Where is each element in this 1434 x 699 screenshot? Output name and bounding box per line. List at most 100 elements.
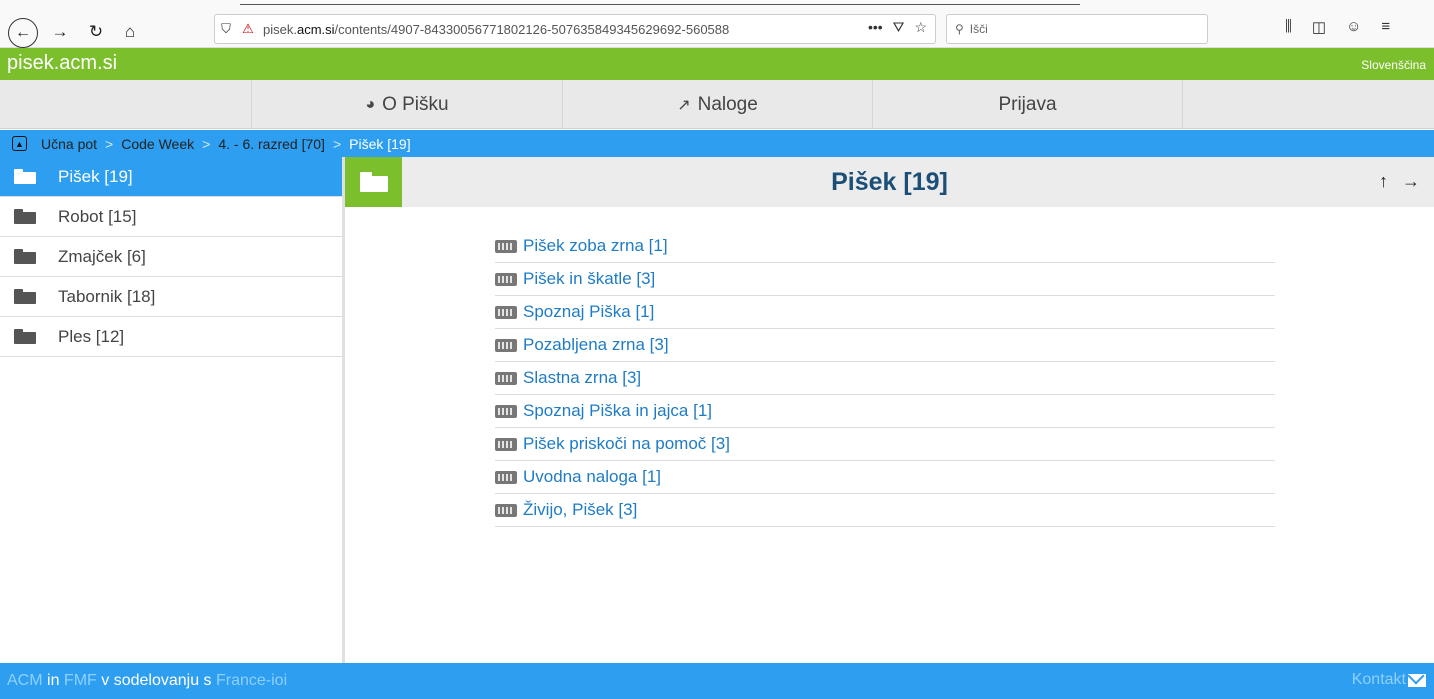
list-item[interactable]: Pišek in škatle [3] — [495, 263, 1275, 296]
up-arrow-icon[interactable]: ↑ — [1379, 171, 1388, 192]
reload-icon[interactable]: ↻ — [82, 18, 110, 46]
home-icon[interactable]: ⌂ — [116, 18, 144, 46]
url-text[interactable]: pisek.acm.si/contents/4907-8433005677180… — [263, 22, 935, 37]
list-item[interactable]: Pozabljena zrna [3] — [495, 329, 1275, 362]
browser-toolbar: ← → ↻ ⌂ ⛉ ⚠ pisek.acm.si/contents/4907-8… — [0, 0, 1434, 48]
more-actions-icon[interactable]: ••• — [868, 19, 883, 36]
pocket-icon[interactable]: ⛛ — [893, 19, 905, 36]
nav-login[interactable]: Prijava — [872, 80, 1183, 129]
task-link[interactable]: Pišek zoba zrna [1] — [523, 236, 668, 256]
list-item[interactable]: Uvodna naloga [1] — [495, 461, 1275, 494]
sidebar-item-label: Robot [15] — [58, 206, 137, 226]
window-edge — [240, 4, 1080, 5]
breadcrumb-item[interactable]: 4. - 6. razred [70] — [218, 136, 325, 152]
search-input[interactable]: ⚲ Išči — [946, 14, 1208, 44]
contact-link[interactable]: Kontakt — [1352, 671, 1426, 689]
shield-icon[interactable]: ⛉ — [215, 21, 237, 37]
mail-icon — [1408, 673, 1426, 687]
sidebar-item-label: Ples [12] — [58, 326, 125, 346]
list-item[interactable]: Spoznaj Piška in jajca [1] — [495, 395, 1275, 428]
breadcrumb-separator: > — [332, 135, 342, 152]
task-list: Pišek zoba zrna [1] Pišek in škatle [3] … — [495, 230, 1275, 527]
breadcrumb-item[interactable]: Code Week — [121, 136, 194, 152]
main-nav: ◕ O Pišku ↗ Naloge Prijava — [0, 80, 1434, 129]
sidebar-item-label: Zmajček [6] — [58, 246, 146, 266]
nav-about-label: O Pišku — [382, 93, 449, 115]
keyboard-icon — [495, 305, 517, 319]
france-ioi-link[interactable]: France-ioi — [216, 672, 287, 690]
footer-text: v sodelovanju s — [101, 672, 212, 689]
search-placeholder: Išči — [969, 22, 988, 36]
breadcrumb-current: Pišek [19] — [349, 135, 411, 152]
back-arrow-icon[interactable]: ← — [8, 18, 38, 48]
folder-icon — [14, 249, 36, 264]
list-item[interactable]: Pišek zoba zrna [1] — [495, 230, 1275, 263]
contact-label: Kontakt — [1351, 671, 1406, 688]
sidebar-item-pisek[interactable]: Pišek [19] — [0, 157, 342, 197]
account-icon[interactable]: ☺ — [1346, 18, 1361, 36]
language-selector[interactable]: Slovenščina — [1361, 58, 1426, 72]
site-header: pisek.acm.si Slovenščina — [0, 48, 1434, 80]
trend-icon: ↗ — [677, 96, 691, 114]
sidebar-item-ples[interactable]: Ples [12] — [0, 317, 342, 357]
sidebar-toggle-icon[interactable]: ◫ — [1312, 18, 1326, 36]
breadcrumb: ▲ Učna pot > Code Week > 4. - 6. razred … — [0, 130, 1434, 157]
bookmark-star-icon[interactable]: ☆ — [914, 19, 927, 36]
keyboard-icon — [495, 338, 517, 352]
sidebar-item-label: Pišek [19] — [58, 166, 133, 186]
task-link[interactable]: Slastna zrna [3] — [523, 368, 641, 388]
list-item[interactable]: Pišek priskoči na pomoč [3] — [495, 428, 1275, 461]
library-icon[interactable]: ⫼ — [1285, 18, 1292, 36]
address-bar[interactable]: ⛉ ⚠ pisek.acm.si/contents/4907-843300567… — [214, 14, 936, 44]
folder-icon — [14, 289, 36, 304]
folder-icon — [359, 172, 388, 192]
keyboard-icon — [495, 272, 517, 286]
task-link[interactable]: Živijo, Pišek [3] — [523, 500, 637, 520]
keyboard-icon — [495, 404, 517, 418]
compass-icon: ◕ — [365, 95, 376, 113]
task-link[interactable]: Pišek in škatle [3] — [523, 269, 655, 289]
site-logo[interactable]: pisek.acm.si — [7, 52, 117, 75]
fmf-link[interactable]: FMF — [64, 672, 97, 690]
folder-icon — [14, 329, 36, 344]
keyboard-icon — [495, 239, 517, 253]
folder-icon — [14, 169, 36, 184]
forward-arrow-icon[interactable]: → — [46, 18, 74, 46]
nav-tasks-label: Naloge — [697, 93, 758, 115]
sidebar-item-robot[interactable]: Robot [15] — [0, 197, 342, 237]
list-item[interactable]: Živijo, Pišek [3] — [495, 494, 1275, 527]
collapse-icon[interactable]: ▲ — [12, 136, 27, 151]
breadcrumb-separator: > — [105, 135, 114, 152]
task-link[interactable]: Uvodna naloga [1] — [523, 467, 661, 487]
footer-text: in — [47, 672, 60, 689]
content-header: Pišek [19] ↑ → — [345, 157, 1434, 207]
sidebar-item-zmajcek[interactable]: Zmajček [6] — [0, 237, 342, 277]
nav-login-label: Prijava — [998, 93, 1057, 115]
menu-icon[interactable]: ≡ — [1381, 18, 1390, 36]
list-item[interactable]: Spoznaj Piška [1] — [495, 296, 1275, 329]
breadcrumb-separator: > — [202, 135, 211, 152]
task-link[interactable]: Spoznaj Piška [1] — [523, 302, 654, 322]
task-link[interactable]: Pišek priskoči na pomoč [3] — [523, 434, 730, 454]
search-icon: ⚲ — [955, 22, 964, 36]
next-arrow-icon[interactable]: → — [1402, 171, 1420, 192]
keyboard-icon — [495, 470, 517, 484]
breadcrumb-item[interactable]: Učna pot — [41, 136, 97, 152]
folder-icon — [14, 209, 36, 224]
content-folder-badge — [345, 157, 402, 207]
nav-about[interactable]: ◕ O Pišku — [251, 80, 562, 129]
list-item[interactable]: Slastna zrna [3] — [495, 362, 1275, 395]
nav-tasks[interactable]: ↗ Naloge — [562, 80, 872, 129]
keyboard-icon — [495, 371, 517, 385]
task-link[interactable]: Pozabljena zrna [3] — [523, 335, 669, 355]
task-link[interactable]: Spoznaj Piška in jajca [1] — [523, 401, 712, 421]
acm-link[interactable]: ACM — [7, 672, 43, 690]
keyboard-icon — [495, 437, 517, 451]
insecure-lock-icon[interactable]: ⚠ — [237, 21, 259, 37]
keyboard-icon — [495, 503, 517, 517]
sidebar-item-tabornik[interactable]: Tabornik [18] — [0, 277, 342, 317]
sidebar: Pišek [19] Robot [15] Zmajček [6] Taborn… — [0, 157, 345, 663]
page-title: Pišek [19] — [831, 167, 948, 196]
footer: ACM in FMF v sodelovanju s France-ioi Ko… — [0, 663, 1434, 699]
sidebar-item-label: Tabornik [18] — [58, 286, 156, 306]
